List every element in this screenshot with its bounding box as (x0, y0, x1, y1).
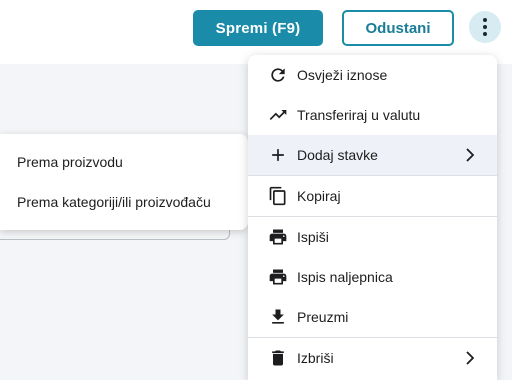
menu-item-label: Dodaj stavke (297, 147, 378, 163)
save-button[interactable]: Spremi (F9) (193, 10, 323, 46)
add-items-submenu: Prema proizvodu Prema kategoriji/ili pro… (0, 134, 248, 230)
menu-item-label: Ispis naljepnica (297, 269, 393, 285)
submenu-item-label: Prema kategoriji/ili proizvođaču (17, 194, 211, 210)
download-icon (272, 309, 284, 324)
menu-item-label: Kopiraj (297, 188, 341, 204)
submenu-item-label: Prema proizvodu (17, 154, 123, 170)
plus-icon (272, 149, 284, 161)
menu-item-refresh-amounts[interactable]: Osvježi iznose (248, 55, 497, 95)
refresh-icon (271, 68, 285, 82)
printer-icon (269, 269, 287, 285)
more-vertical-icon (483, 18, 487, 22)
chevron-right-icon (466, 351, 474, 365)
submenu-item-by-product[interactable]: Prema proizvodu (0, 142, 248, 182)
menu-item-label: Izbriši (297, 350, 334, 366)
cancel-button[interactable]: Odustani (342, 10, 454, 46)
menu-item-print[interactable]: Ispiši (248, 217, 497, 257)
actions-dropdown-menu: Osvježi iznose Transferiraj u valutu Dod… (248, 55, 497, 380)
menu-item-delete[interactable]: Izbriši (248, 338, 497, 378)
menu-item-download[interactable]: Preuzmi (248, 297, 497, 337)
menu-item-add-items[interactable]: Dodaj stavke (248, 135, 497, 175)
more-vertical-icon (483, 32, 487, 36)
more-vertical-icon (483, 25, 487, 29)
submenu-item-by-category[interactable]: Prema kategoriji/ili proizvođaču (0, 182, 248, 222)
menu-item-copy[interactable]: Kopiraj (248, 176, 497, 216)
menu-item-label: Osvježi iznose (297, 67, 388, 83)
copy-icon (269, 186, 286, 206)
menu-item-transfer-currency[interactable]: Transferiraj u valutu (248, 95, 497, 135)
menu-item-label: Ispiši (297, 229, 329, 245)
trending-up-icon (269, 110, 287, 120)
chevron-right-icon (466, 148, 474, 162)
trash-icon (272, 350, 284, 366)
more-options-button[interactable] (469, 11, 501, 43)
menu-item-label: Transferiraj u valutu (297, 107, 421, 123)
menu-item-label: Preuzmi (297, 309, 349, 325)
menu-item-print-labels[interactable]: Ispis naljepnica (248, 257, 497, 297)
printer-icon (269, 229, 287, 245)
